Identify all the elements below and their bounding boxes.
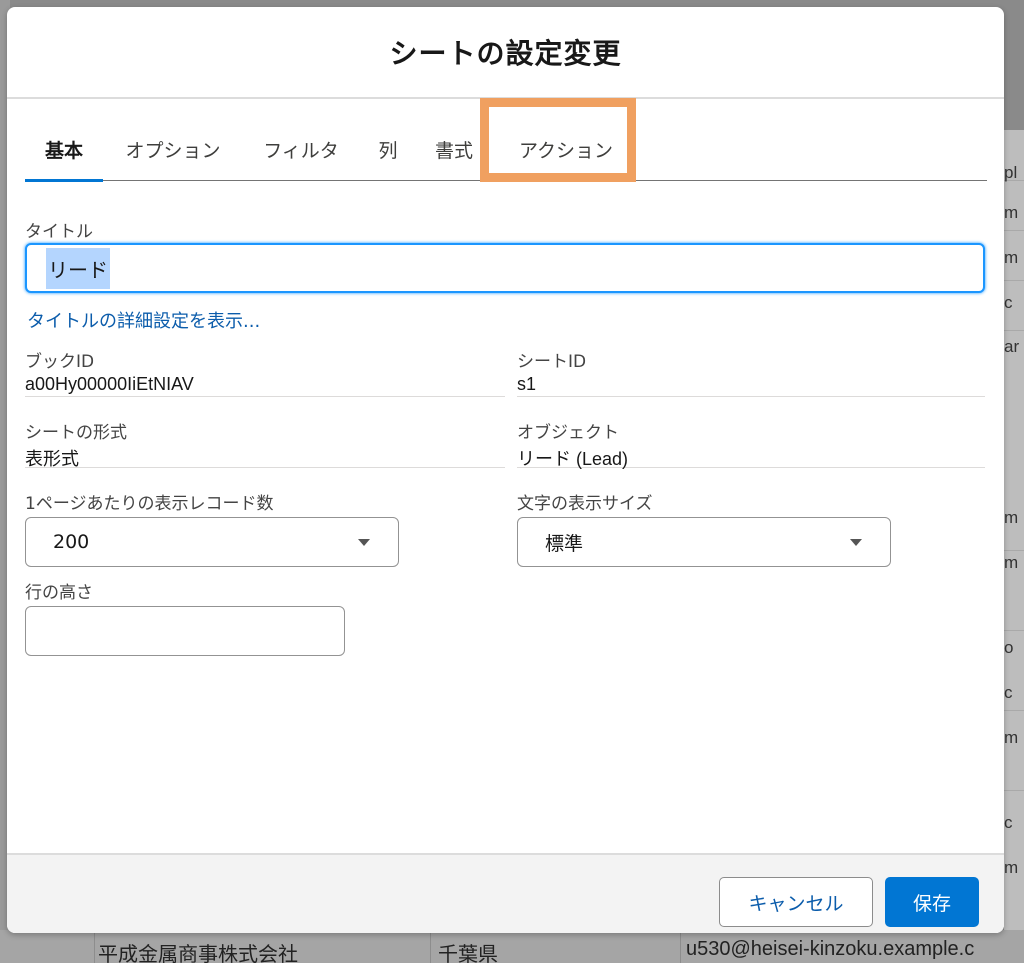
background-cell-fragment: c <box>1004 813 1013 832</box>
tab-actions[interactable]: アクション <box>505 117 627 181</box>
cancel-button[interactable]: キャンセル <box>719 877 873 927</box>
row-height-input[interactable] <box>25 606 345 656</box>
sheet-id-value: s1 <box>517 374 537 394</box>
background-column-divider <box>94 930 95 963</box>
chevron-down-icon <box>850 539 862 546</box>
font-size-value: 標準 <box>545 532 584 555</box>
modal-header: シートの設定変更 <box>7 7 1004 99</box>
font-size-label: 文字の表示サイズ <box>517 494 653 514</box>
background-cell-email: u530@heisei-kinzoku.example.c <box>686 938 975 960</box>
background-cell-fragment: o <box>1004 638 1014 657</box>
sheet-id-label: シートID <box>517 352 587 372</box>
tab-columns[interactable]: 列 <box>373 117 403 181</box>
background-row-divider <box>1004 630 1024 631</box>
modal-footer: キャンセル 保存 <box>7 853 1004 933</box>
background-cell-fragment: c <box>1004 293 1013 312</box>
background-row-divider <box>1004 710 1024 711</box>
background-cell-fragment: ar <box>1004 337 1020 356</box>
tab-options[interactable]: オプション <box>117 117 229 181</box>
tab-basic[interactable]: 基本 <box>25 117 103 182</box>
background-row-divider <box>1004 790 1024 791</box>
records-per-page-value: 200 <box>53 531 90 553</box>
object-field: オブジェクト リード (Lead) <box>517 418 985 469</box>
background-row-divider <box>1004 280 1024 281</box>
row-height-label: 行の高さ <box>25 583 93 603</box>
title-input[interactable]: リード <box>25 243 985 293</box>
sheet-format-label: シートの形式 <box>25 423 127 443</box>
tab-filter[interactable]: フィルタ <box>255 117 347 181</box>
font-size-select[interactable]: 標準 <box>517 517 891 567</box>
records-per-page-select[interactable]: 200 <box>25 517 399 567</box>
records-per-page-label: 1ページあたりの表示レコード数 <box>25 494 274 514</box>
background-right-column: pl m m c ar m m o c m c m <box>1004 130 1024 963</box>
background-cell-fragment: pl <box>1004 163 1018 182</box>
title-advanced-settings-link[interactable]: タイトルの詳細設定を表示... <box>27 307 260 333</box>
chevron-down-icon <box>358 539 370 546</box>
background-cell-company: 平成金属商事株式会社 <box>98 944 298 963</box>
tab-format[interactable]: 書式 <box>429 117 479 181</box>
object-label: オブジェクト <box>517 423 619 443</box>
book-id-value: a00Hy00000IiEtNIAV <box>25 374 194 394</box>
background-cell-fragment: m <box>1004 508 1019 527</box>
background-row-divider <box>1004 330 1024 331</box>
background-cell-fragment: m <box>1004 553 1019 572</box>
title-label: タイトル <box>25 222 93 242</box>
background-cell-fragment: m <box>1004 248 1019 267</box>
background-cell-fragment: m <box>1004 203 1019 222</box>
tab-bar: 基本 オプション フィルタ 列 書式 アクション <box>25 117 987 182</box>
background-cell-fragment: c <box>1004 683 1013 702</box>
background-cell-fragment: m <box>1004 858 1019 877</box>
background-column-divider <box>680 930 681 963</box>
title-input-value: リード <box>46 247 110 289</box>
book-id-label: ブックID <box>25 352 95 372</box>
background-bottom-row: 平成金属商事株式会社 千葉県 u530@heisei-kinzoku.examp… <box>0 930 1024 963</box>
background-row-divider <box>1004 230 1024 231</box>
modal-title: シートの設定変更 <box>389 37 622 70</box>
sheet-format-value: 表形式 <box>25 449 79 469</box>
background-cell-prefecture: 千葉県 <box>438 944 498 963</box>
sheet-format-field: シートの形式 表形式 <box>25 418 505 469</box>
background-column-divider <box>430 930 431 963</box>
background-row-divider <box>1004 550 1024 551</box>
sheet-settings-modal: シートの設定変更 基本 オプション フィルタ 列 書式 アクション タイトル リ… <box>7 7 1004 933</box>
book-id-field: ブックID a00Hy00000IiEtNIAV <box>25 347 505 397</box>
save-button[interactable]: 保存 <box>885 877 979 927</box>
background-cell-fragment: m <box>1004 728 1019 747</box>
sheet-id-field: シートID s1 <box>517 347 985 397</box>
object-value: リード (Lead) <box>517 449 629 469</box>
